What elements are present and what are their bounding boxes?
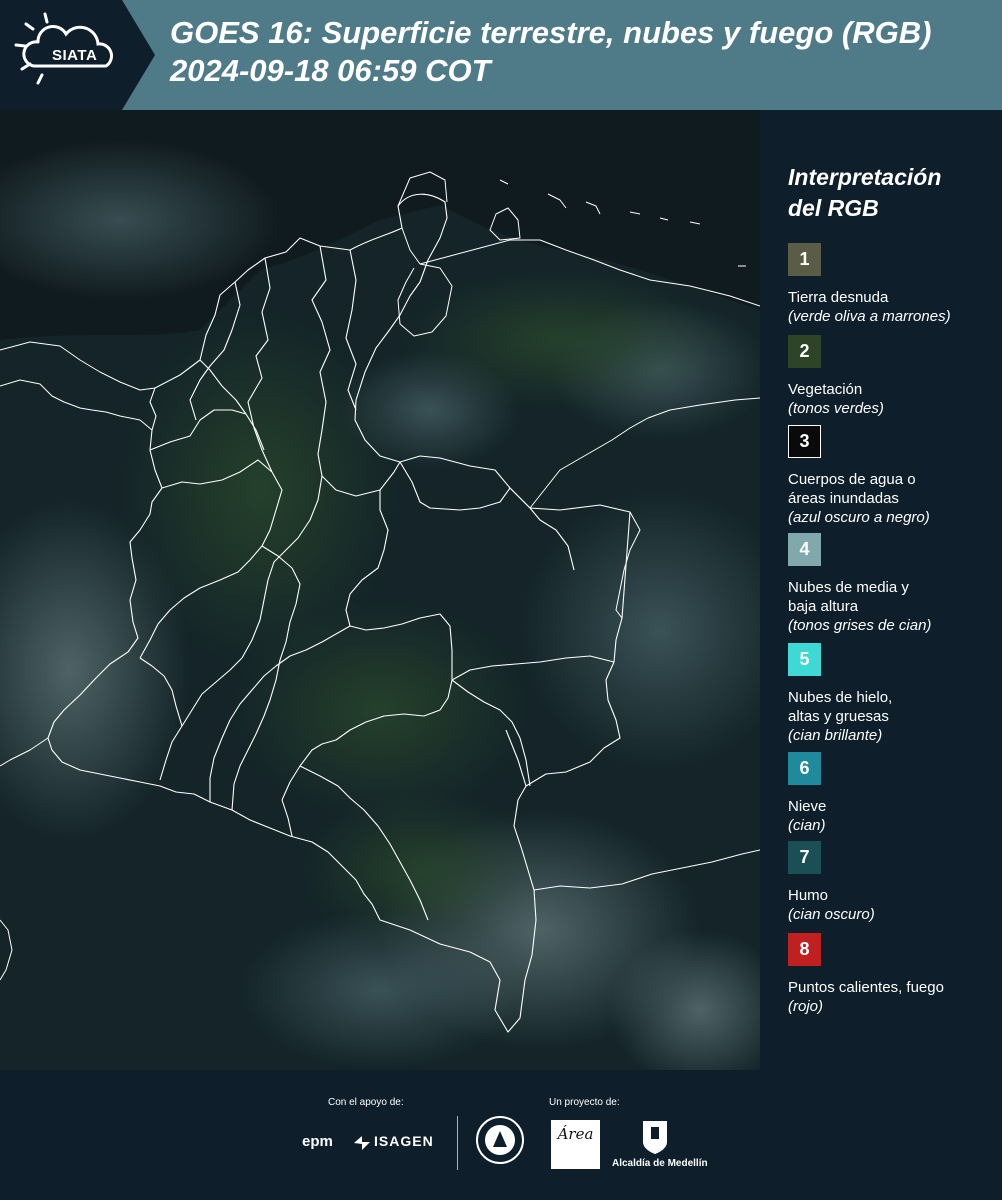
vegetation-area (400, 270, 720, 410)
legend-panel: Interpretación del RGB 1 Tierra desnuda … (760, 110, 1002, 1070)
legend-note: (cian oscuro) (788, 906, 875, 923)
legend-swatch: 8 (788, 933, 821, 966)
legend-item-nieve: 6 Nieve (cian) (788, 752, 998, 835)
area-metropolitana-logo: Área (551, 1120, 600, 1169)
legend-label: Tierra desnuda (788, 289, 889, 306)
legend-number: 2 (799, 341, 810, 361)
legend-label: Humo (788, 887, 829, 904)
legend-label: Vegetación (788, 381, 863, 398)
satellite-map (0, 110, 760, 1070)
legend-item-humo: 7 Humo (cian oscuro) (788, 841, 998, 924)
legend-label: Puntos calientes, fuego (788, 979, 944, 996)
legend-label: Nubes de hielo, altas y gruesas (788, 689, 893, 725)
project-label: Un proyecto de: (549, 1097, 620, 1108)
legend-number: 6 (799, 758, 810, 778)
legend-number: 4 (799, 539, 810, 559)
legend-swatch: 6 (788, 752, 821, 785)
legend-title: Interpretación del RGB (788, 164, 942, 221)
legend-number: 7 (799, 847, 810, 867)
legend-item-nubes-media-baja: 4 Nubes de media y baja altura (tonos gr… (788, 533, 998, 635)
epm-logo: epm (302, 1133, 333, 1150)
siata-logo: SIATA (0, 0, 155, 110)
legend-swatch: 3 (788, 425, 821, 458)
support-label: Con el apoyo de: (328, 1097, 404, 1108)
isagen-logo-icon (354, 1136, 370, 1150)
legend-number: 8 (799, 939, 810, 959)
vegetation-area (300, 790, 540, 950)
legend-item-cuerpos-de-agua: 3 Cuerpos de agua o áreas inundadas (azu… (788, 425, 998, 527)
footer-divider (457, 1116, 458, 1170)
legend-note: (rojo) (788, 998, 824, 1015)
legend-note: (azul oscuro a negro) (788, 509, 930, 526)
vegetation-area (230, 600, 530, 820)
legend-number: 3 (799, 431, 810, 451)
area-logo-text: Área (557, 1125, 594, 1143)
legend-number: 5 (799, 649, 810, 669)
footer: Con el apoyo de: Un proyecto de: epm ISA… (0, 1070, 1002, 1200)
alcaldia-label: Alcaldía de Medellín (612, 1158, 708, 1169)
legend-label: Nubes de media y baja altura (788, 579, 909, 615)
legend-swatch: 7 (788, 841, 821, 874)
legend-note: (tonos grises de cian) (788, 617, 932, 634)
legend-swatch: 1 (788, 243, 821, 276)
legend-label: Nieve (788, 798, 827, 815)
legend-item-nubes-hielo: 5 Nubes de hielo, altas y gruesas (cian … (788, 643, 998, 745)
header-bar: SIATA GOES 16: Superficie terrestre, nub… (0, 0, 1002, 110)
legend-label: Cuerpos de agua o áreas inundadas (788, 471, 916, 507)
alcaldia-shield-icon (643, 1121, 667, 1154)
legend-note: (verde oliva a marrones) (788, 308, 951, 325)
legend-item-tierra-desnuda: 1 Tierra desnuda (verde oliva a marrones… (788, 243, 998, 326)
legend-number: 1 (799, 249, 810, 269)
isagen-logo: ISAGEN (374, 1133, 434, 1149)
legend-swatch: 4 (788, 533, 821, 566)
legend-swatch: 5 (788, 643, 821, 676)
page-title: GOES 16: Superficie terrestre, nubes y f… (170, 15, 932, 88)
legend-note: (cian brillante) (788, 727, 883, 744)
legend-item-puntos-calientes: 8 Puntos calientes, fuego (rojo) (788, 933, 998, 1016)
municipal-seal (475, 1115, 525, 1170)
legend-note: (cian) (788, 817, 826, 834)
legend-note: (tonos verdes) (788, 400, 884, 417)
legend-swatch: 2 (788, 335, 821, 368)
legend-item-vegetacion: 2 Vegetación (tonos verdes) (788, 335, 998, 418)
logo-text: SIATA (52, 47, 98, 64)
